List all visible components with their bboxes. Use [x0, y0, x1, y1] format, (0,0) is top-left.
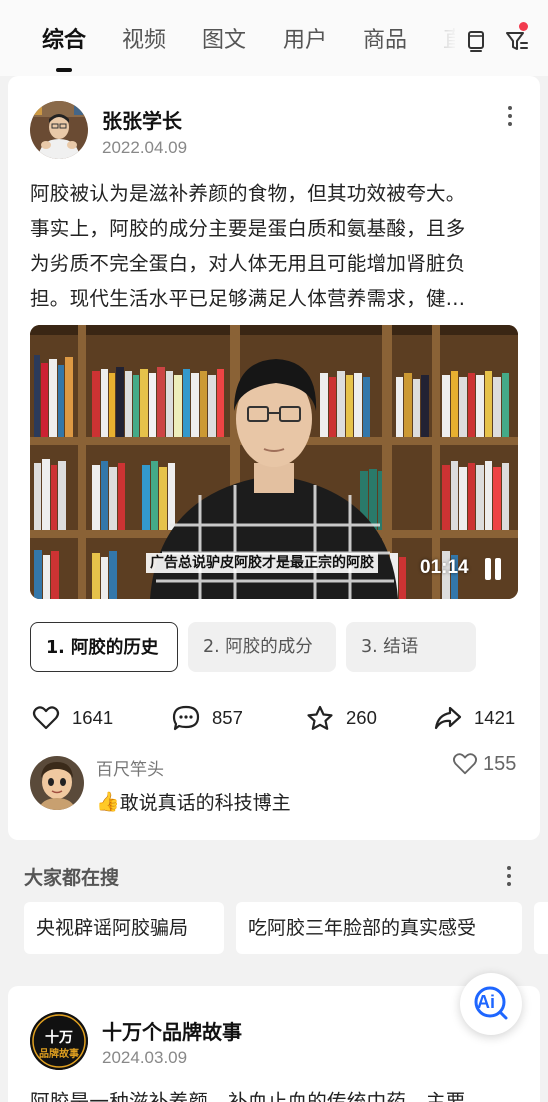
- search-chip-1[interactable]: 央视辟谣阿胶骗局: [24, 902, 224, 954]
- tab-video[interactable]: 视频: [122, 26, 166, 56]
- share-icon: [434, 706, 462, 730]
- star-icon: [307, 705, 333, 730]
- search-chip-partial[interactable]: [534, 902, 548, 954]
- thumbs-up-emoji: 👍: [96, 791, 120, 813]
- heart-icon: [453, 753, 477, 775]
- comment-like-button[interactable]: 155: [452, 752, 516, 776]
- commenter-avatar[interactable]: [30, 756, 84, 810]
- author-avatar-2[interactable]: 十万 品牌故事: [30, 1012, 88, 1070]
- author-avatar[interactable]: [30, 101, 88, 159]
- comment-count: 857: [212, 707, 243, 728]
- ai-label: Ai: [477, 992, 495, 1012]
- active-tab-indicator: [56, 68, 72, 72]
- post-text-line: 为劣质不完全蛋白，对人体无用且可能增加肾脏负: [30, 252, 466, 275]
- chapter-2-button[interactable]: 2. 阿胶的成分: [188, 622, 336, 672]
- post-text-2[interactable]: 阿胶是一种滋补养颜、补血止血的传统中药，主要: [30, 1084, 520, 1102]
- chapter-3-button[interactable]: 3. 结语: [346, 622, 476, 672]
- filter-icon[interactable]: [504, 28, 530, 54]
- author-name-2[interactable]: 十万个品牌故事: [102, 1016, 242, 1045]
- svg-text:十万: 十万: [45, 1029, 73, 1046]
- post-date: 2022.04.09: [102, 138, 188, 157]
- cast-screen-icon[interactable]: [463, 28, 489, 54]
- post-text[interactable]: 阿胶被认为是滋补养颜的食物，但其功效被夸大。 事实上，阿胶的成分主要是蛋白质和氨…: [30, 176, 520, 316]
- share-button[interactable]: 1421: [434, 704, 515, 732]
- svg-text:品牌故事: 品牌故事: [39, 1047, 79, 1060]
- heart-icon: [32, 706, 60, 730]
- author-name[interactable]: 张张学长: [102, 105, 182, 134]
- pause-icon[interactable]: [485, 558, 503, 580]
- post-text-line: 阿胶被认为是滋补养颜的食物，但其功效被夸大。: [30, 182, 466, 205]
- search-more-icon[interactable]: [506, 866, 512, 890]
- top-tab-bar: 综合 视频 图文 用户 商品 直: [0, 0, 548, 76]
- video-duration: 01:14: [420, 557, 469, 578]
- search-chip-2[interactable]: 吃阿胶三年脸部的真实感受: [236, 902, 522, 954]
- comment-like-count: 155: [483, 752, 517, 775]
- like-count: 1641: [72, 707, 114, 728]
- tab-all[interactable]: 综合: [42, 26, 86, 56]
- post-date-2: 2024.03.09: [102, 1048, 188, 1067]
- more-options-icon[interactable]: [507, 106, 513, 130]
- post-text-line: 阿胶是一种滋补养颜、补血止血的传统中药，主要: [30, 1090, 466, 1102]
- share-count: 1421: [474, 707, 516, 728]
- tab-users[interactable]: 用户: [283, 26, 327, 56]
- ai-assistant-button[interactable]: Ai: [460, 973, 522, 1035]
- comment-icon: [172, 705, 200, 731]
- tab-fade: [430, 20, 458, 64]
- tab-image-text[interactable]: 图文: [202, 26, 246, 56]
- post-card[interactable]: 张张学长 2022.04.09 阿胶被认为是滋补养颜的食物，但其功效被夸大。 事…: [8, 76, 540, 840]
- tab-products[interactable]: 商品: [363, 26, 407, 56]
- post-text-line: 事实上，阿胶的成分主要是蛋白质和氨基酸，且多: [30, 217, 466, 240]
- favorite-button[interactable]: 260: [306, 704, 377, 732]
- like-button[interactable]: 1641: [32, 704, 113, 732]
- notification-dot: [519, 22, 528, 31]
- favorite-count: 260: [346, 707, 377, 728]
- video-subtitle: 广告总说驴皮阿胶才是最正宗的阿胶: [146, 553, 378, 573]
- post-text-line: 担。现代生活水平已足够满足人体营养需求，健...: [30, 287, 466, 310]
- comment-body: 敢说真话的科技博主: [119, 792, 291, 814]
- comment-text[interactable]: 👍 敢说真话的科技博主: [96, 788, 291, 815]
- chapter-1-button[interactable]: 1. 阿胶的历史: [30, 622, 178, 672]
- commenter-name[interactable]: 百尺竿头: [96, 755, 164, 780]
- search-section-title: 大家都在搜: [24, 867, 120, 889]
- comment-button[interactable]: 857: [172, 704, 243, 732]
- video-player[interactable]: 广告总说驴皮阿胶才是最正宗的阿胶 01:14: [30, 325, 518, 599]
